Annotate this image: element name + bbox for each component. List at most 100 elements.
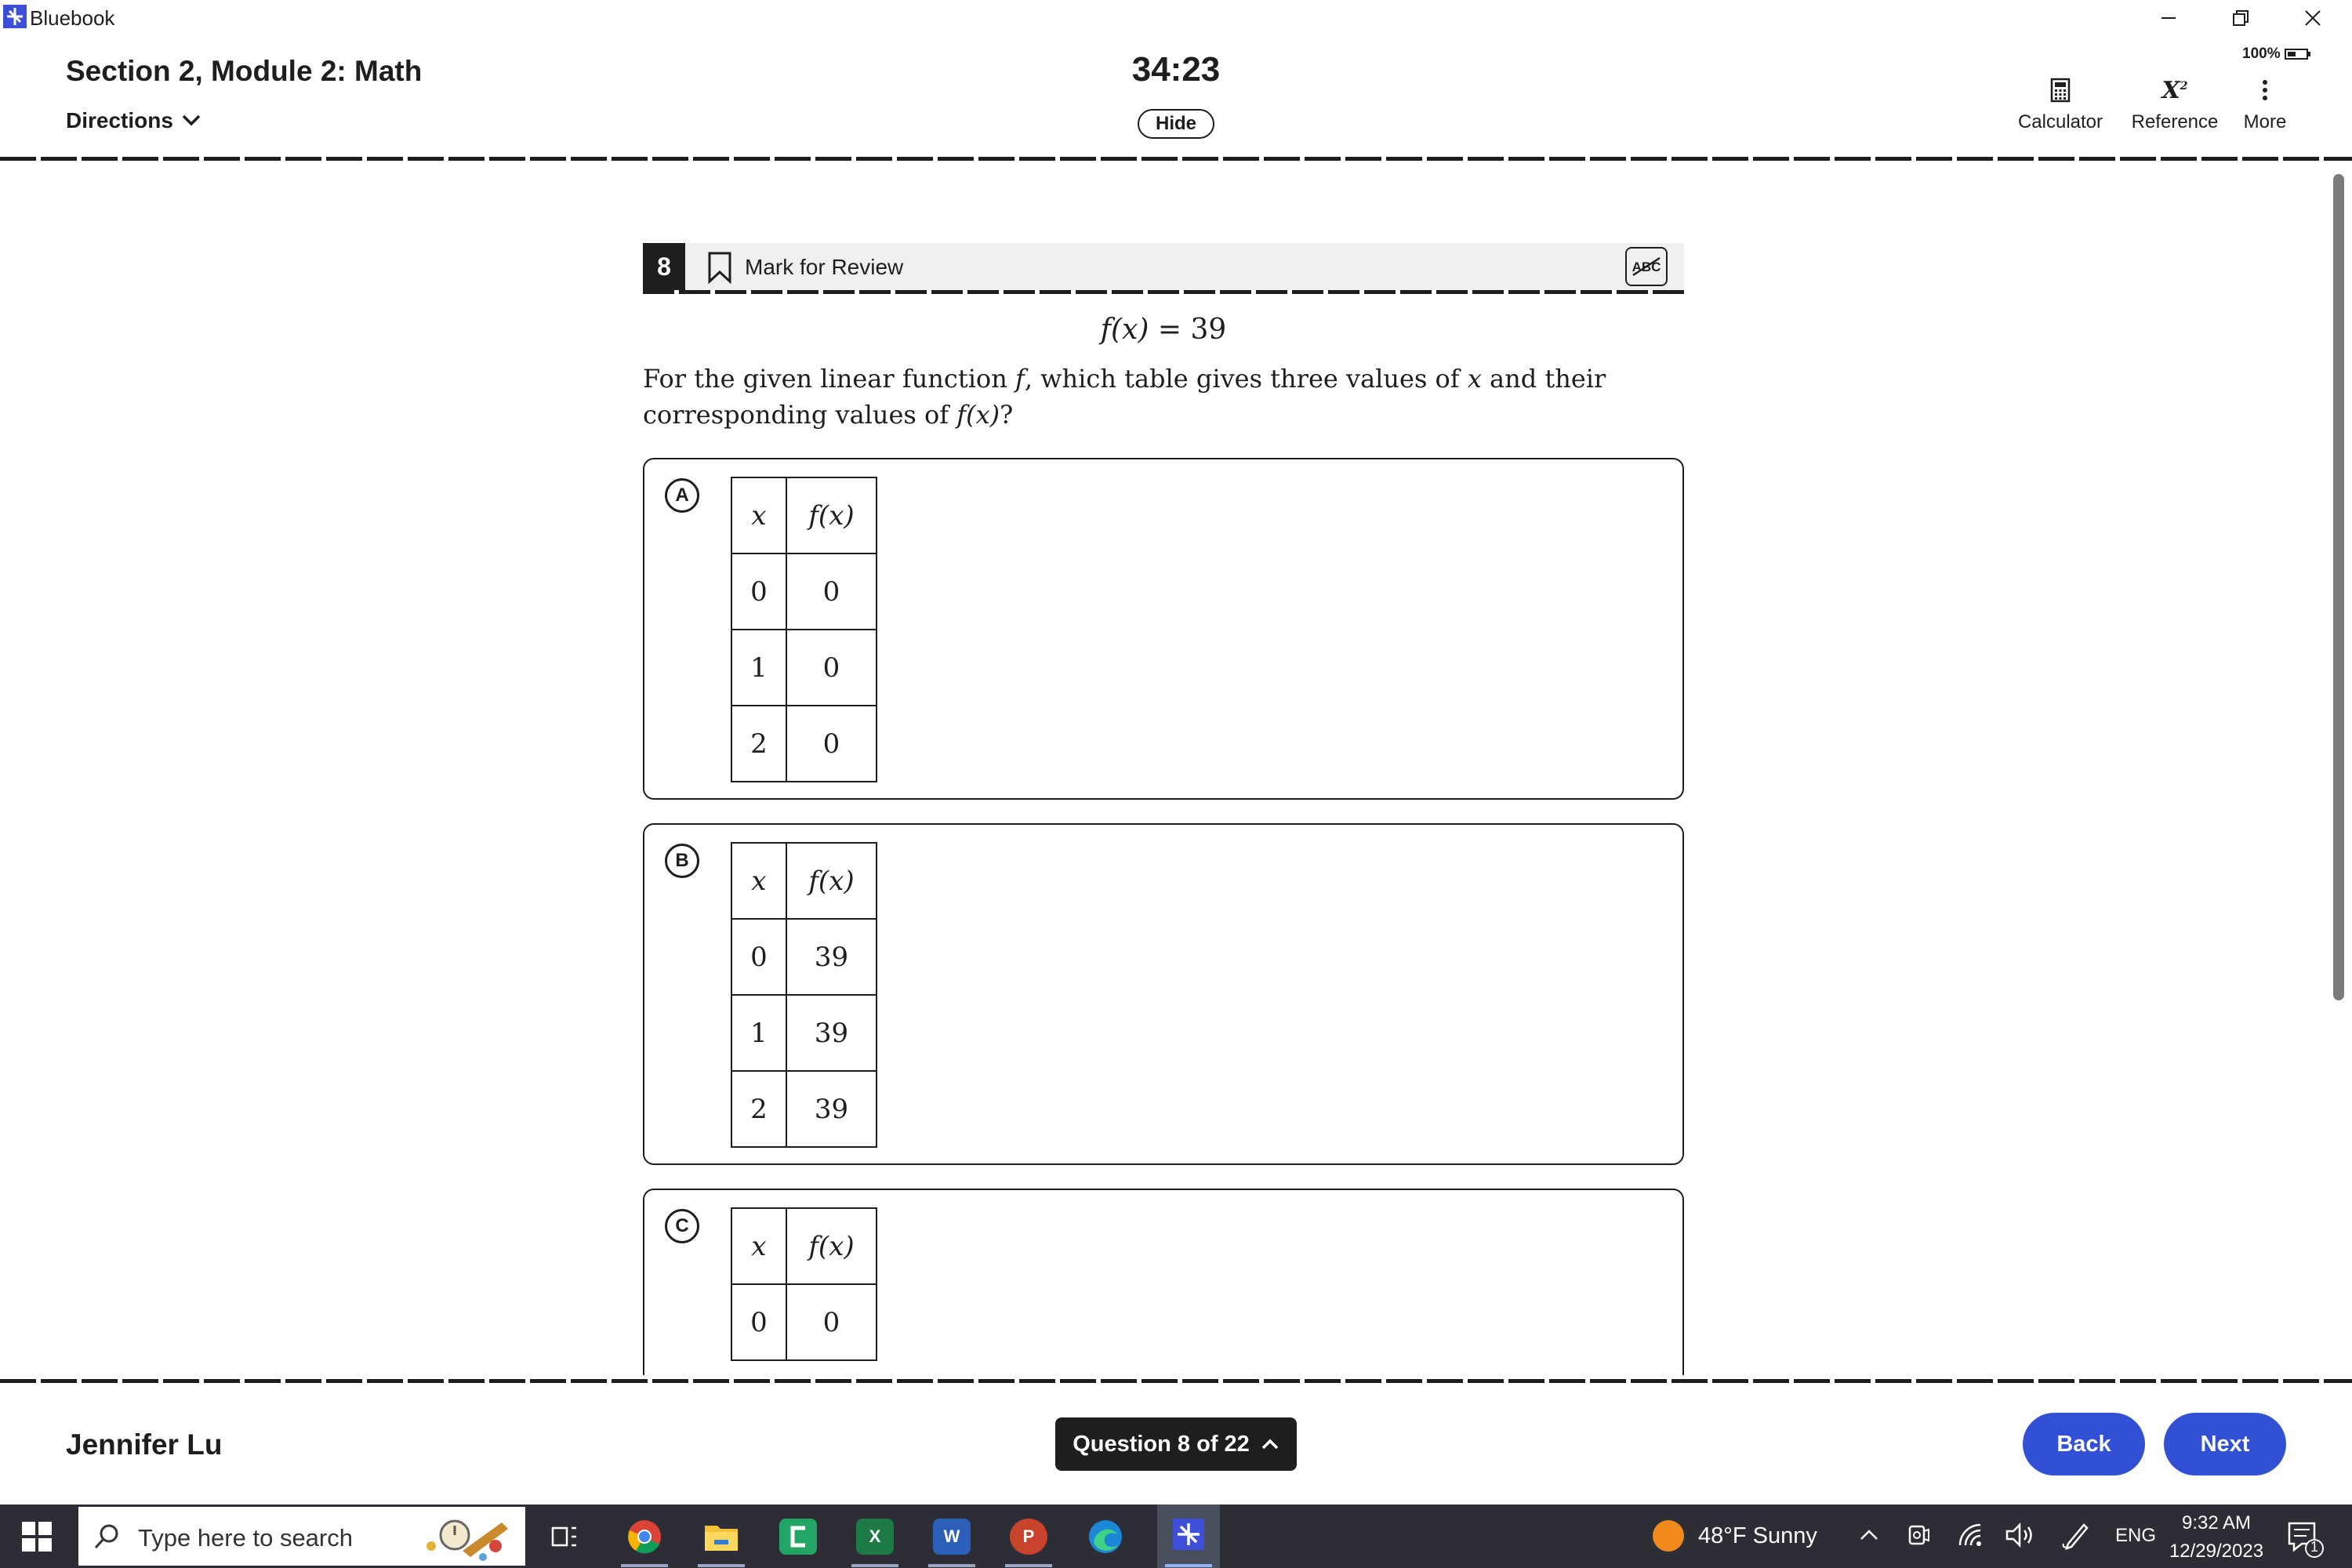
question-header-divider: [643, 290, 1684, 294]
section-title: Section 2, Module 2: Math: [66, 55, 423, 87]
mark-for-review-toggle[interactable]: Mark for Review: [707, 251, 903, 284]
x-value-cell: 2: [731, 705, 787, 782]
countdown-timer: 34:23: [1131, 50, 1221, 89]
column-header-x: x: [731, 842, 787, 920]
question-navigator-button[interactable]: Question 8 of 22: [1055, 1417, 1297, 1471]
table-header-row: x f(x): [731, 477, 877, 554]
prompt-f: f: [1014, 364, 1025, 394]
footer-divider: [0, 1379, 2352, 1383]
question-navigator-label: Question 8 of 22: [1073, 1431, 1250, 1457]
back-button[interactable]: Back: [2023, 1413, 2145, 1475]
equation-lhs: f(x): [1100, 314, 1149, 346]
table-row: 00: [731, 553, 877, 630]
meet-now-icon[interactable]: [1907, 1522, 1930, 1552]
powerpoint-icon[interactable]: P: [1010, 1519, 1047, 1555]
battery-icon: [2284, 48, 2310, 60]
chevron-down-icon: [182, 114, 201, 126]
pen-icon[interactable]: [2060, 1520, 2092, 1554]
wifi-icon[interactable]: [1957, 1522, 1985, 1552]
values-table: x f(x) 0 0 1 0 2 0: [731, 477, 877, 782]
prompt-text-a: For the given linear function: [643, 364, 1015, 394]
excel-icon[interactable]: X: [856, 1519, 894, 1555]
hide-timer-button[interactable]: Hide: [1138, 109, 1214, 139]
bluebook-taskbar-button[interactable]: [1157, 1504, 1220, 1568]
answer-choice-b[interactable]: Bx f(x) 0 39 1 39 2 39: [643, 823, 1684, 1165]
file-explorer-icon[interactable]: [702, 1519, 740, 1555]
answer-eliminator-button[interactable]: ABC: [1625, 247, 1668, 286]
windows-logo-icon: [22, 1522, 52, 1552]
edge-icon[interactable]: [1087, 1519, 1124, 1555]
table-row: 2 39: [731, 1070, 877, 1148]
windows-taskbar: Type here to search X W P 48°F Sunny ENG…: [0, 1504, 2352, 1568]
more-label: More: [2243, 111, 2287, 132]
fx-value-cell: 0: [786, 705, 877, 782]
question-content-area[interactable]: f(x) = 39 For the given linear function …: [0, 298, 2352, 1375]
notification-count: 1: [2310, 1539, 2319, 1555]
app-title: Bluebook: [30, 6, 115, 30]
table-row: 20: [731, 705, 877, 782]
excel-running-indicator: [851, 1564, 898, 1567]
table-row: 1 39: [731, 994, 877, 1072]
close-window-button[interactable]: [2277, 0, 2349, 36]
answer-choice-a[interactable]: Ax f(x) 0 0 1 0 2 0: [643, 458, 1684, 800]
column-header-fx: f(x): [786, 1207, 877, 1285]
fx-value-cell: 0: [786, 1283, 877, 1361]
bluebook-logo-icon: [3, 5, 27, 28]
calculator-icon: [2013, 77, 2107, 103]
weather-widget[interactable]: 48°F Sunny: [1653, 1520, 1817, 1552]
zoom-level: 100%: [2242, 45, 2281, 62]
word-icon[interactable]: W: [933, 1519, 971, 1555]
volume-icon[interactable]: [2004, 1522, 2035, 1552]
task-view-icon[interactable]: [546, 1519, 583, 1555]
fx-value-cell: 39: [786, 1070, 877, 1148]
input-language[interactable]: ENG: [2115, 1525, 2156, 1547]
fx-value-cell: 0: [786, 553, 877, 630]
taskbar-search-box[interactable]: Type here to search: [78, 1507, 525, 1566]
header-divider: [0, 157, 2352, 161]
calculator-button[interactable]: Calculator: [2013, 77, 2107, 133]
x-value-cell: 0: [731, 918, 787, 996]
student-name: Jennifer Lu: [66, 1428, 223, 1461]
minimize-button[interactable]: [2132, 0, 2205, 36]
mark-for-review-label: Mark for Review: [745, 255, 904, 279]
chrome-icon[interactable]: [626, 1519, 663, 1555]
taskbar-clock[interactable]: 9:32 AM 12/29/2023: [2158, 1509, 2275, 1566]
prompt-text-d: ?: [1000, 400, 1014, 430]
table-row: 0 39: [731, 918, 877, 996]
x-value-cell: 0: [731, 1283, 787, 1361]
column-header-fx: f(x): [786, 842, 877, 920]
directions-dropdown[interactable]: Directions: [66, 108, 201, 133]
zoom-readout: 100%: [2242, 45, 2311, 63]
restore-button[interactable]: [2205, 0, 2277, 36]
x-value-cell: 2: [731, 1070, 787, 1148]
more-button[interactable]: More: [2239, 77, 2291, 133]
calculator-label: Calculator: [2017, 111, 2103, 132]
x-value-cell: 0: [731, 553, 787, 630]
clock-date: 12/29/2023: [2169, 1541, 2264, 1562]
bookmark-icon: [708, 252, 731, 284]
bluebook-active-indicator: [1165, 1564, 1212, 1567]
answer-choice-c[interactable]: Cx f(x) 0 0: [643, 1189, 1684, 1375]
question-number: 8: [643, 243, 685, 290]
explorer-running-indicator: [698, 1564, 745, 1567]
table-row: 10: [731, 629, 877, 706]
reference-button[interactable]: X2 Reference: [2126, 77, 2223, 133]
table-row: 00: [731, 1283, 877, 1361]
prompt-text-b: , which table gives three values of: [1024, 364, 1468, 394]
equation-rhs: = 39: [1157, 314, 1227, 346]
word-running-indicator: [928, 1564, 975, 1567]
bluebook-taskbar-icon: [1173, 1519, 1204, 1550]
fx-value-cell: 39: [786, 918, 877, 996]
strikethrough-abc-icon: ABC: [1632, 256, 1661, 277]
next-button[interactable]: Next: [2164, 1413, 2286, 1475]
reference-label: Reference: [2131, 111, 2219, 132]
x-value-cell: 1: [731, 629, 787, 706]
notifications-button[interactable]: 1: [2285, 1519, 2324, 1558]
prompt-fx: f(x): [956, 400, 1000, 430]
show-hidden-icons-chevron-icon[interactable]: [1858, 1525, 1880, 1548]
windows-start-button[interactable]: [22, 1522, 52, 1552]
classroom-app-icon[interactable]: [779, 1519, 817, 1555]
directions-label: Directions: [66, 108, 173, 132]
function-equation: f(x) = 39: [643, 314, 1684, 346]
values-table: x f(x) 0 39 1 39 2 39: [731, 842, 877, 1148]
